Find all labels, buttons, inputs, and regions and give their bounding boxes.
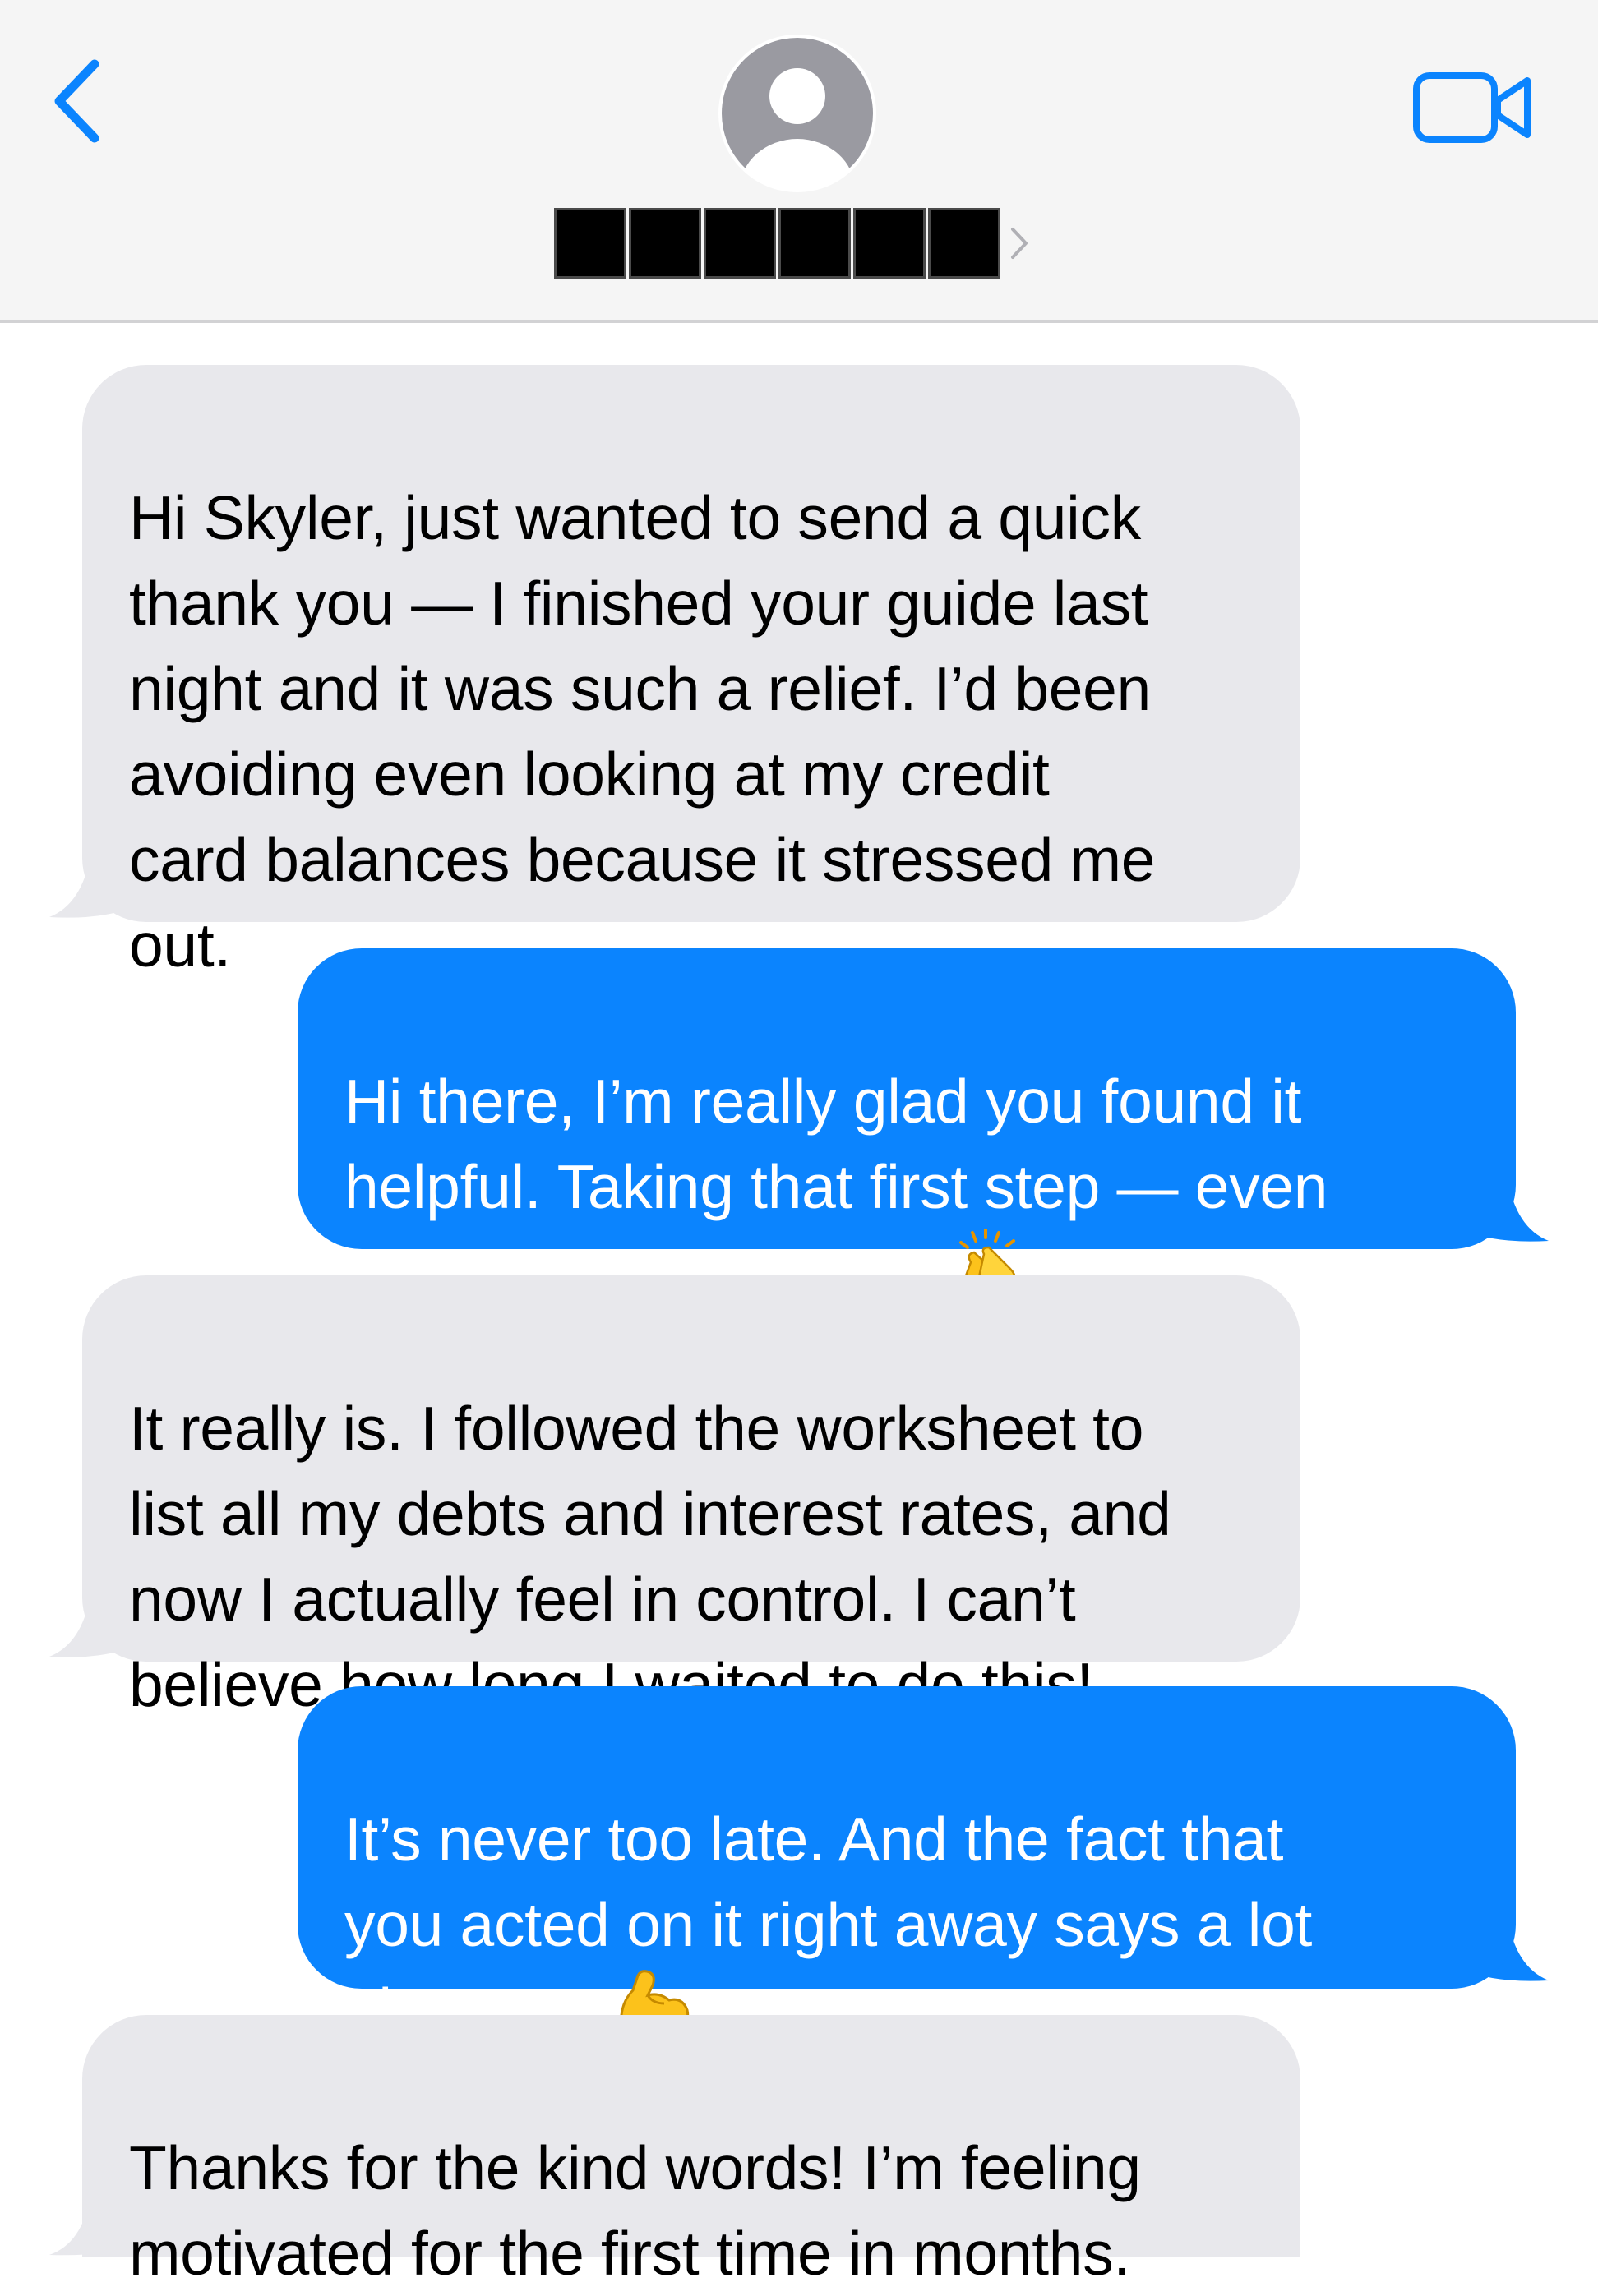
redaction-block — [704, 208, 776, 279]
message-bubble-received[interactable]: It really is. I followed the worksheet t… — [82, 1275, 1300, 1719]
conversation-header — [0, 0, 1598, 323]
video-call-button[interactable] — [1412, 67, 1536, 148]
message-bubble-received[interactable]: Thanks for the kind words! I’m feeling m… — [82, 2015, 1300, 2288]
video-camera-icon — [1413, 72, 1531, 143]
message-text: Hi there, I’m really glad you found it h… — [344, 1067, 1328, 1310]
message-text: Hi Skyler, just wanted to send a quick t… — [129, 483, 1156, 980]
redaction-block — [629, 208, 701, 279]
redaction-block — [853, 208, 926, 279]
message-text: It’s never too late. And the fact that y… — [344, 1805, 1313, 2045]
redaction-block — [778, 208, 851, 279]
back-button[interactable] — [49, 56, 107, 146]
redaction-block — [928, 208, 1000, 279]
message-bubble-received[interactable]: Hi Skyler, just wanted to send a quick t… — [82, 365, 1300, 980]
avatar[interactable] — [718, 34, 877, 193]
person-silhouette-icon — [718, 35, 876, 192]
message-bubble-sent[interactable]: Hi there, I’m really glad you found it h… — [298, 948, 1516, 1310]
redaction-block — [554, 208, 626, 279]
chevron-left-icon — [54, 59, 99, 143]
contact-name-redacted[interactable] — [554, 205, 1031, 281]
message-bubble-sent[interactable]: It’s never too late. And the fact that y… — [298, 1686, 1516, 2045]
chevron-right-icon — [1011, 228, 1028, 259]
message-text: It really is. I followed the worksheet t… — [129, 1394, 1171, 1719]
message-text: Thanks for the kind words! I’m feeling m… — [129, 2133, 1141, 2288]
